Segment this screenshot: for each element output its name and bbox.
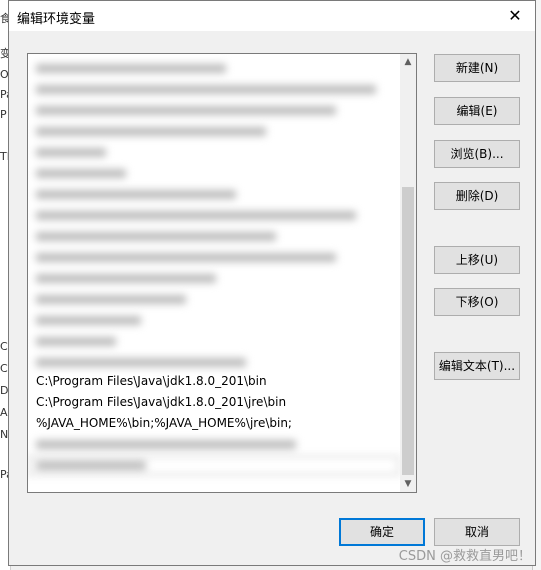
redacted-list-item[interactable] — [28, 268, 400, 289]
dialog-title: 编辑环境变量 — [17, 12, 96, 27]
redacted-list-item[interactable] — [28, 121, 400, 142]
edit-environment-variable-dialog: 编辑环境变量 ✕ C:\Program Files\Java\jdk1.8.0_… — [8, 0, 536, 566]
redacted-list-item[interactable] — [28, 100, 400, 121]
edit-text-button[interactable]: 编辑文本(T)... — [434, 352, 520, 380]
delete-button[interactable]: 删除(D) — [434, 182, 520, 210]
new-button[interactable]: 新建(N) — [434, 54, 520, 82]
redacted-list-item[interactable] — [28, 434, 400, 455]
path-list[interactable]: C:\Program Files\Java\jdk1.8.0_201\bin C… — [27, 53, 417, 493]
move-down-button[interactable]: 下移(O) — [434, 288, 520, 316]
redacted-list-item[interactable] — [28, 163, 400, 184]
path-list-item[interactable]: C:\Program Files\Java\jdk1.8.0_201\bin — [28, 371, 400, 392]
redacted-list-item[interactable] — [28, 58, 400, 79]
cancel-button[interactable]: 取消 — [434, 518, 520, 546]
redacted-list-item[interactable] — [28, 226, 400, 247]
move-up-button[interactable]: 上移(U) — [434, 246, 520, 274]
browse-button[interactable]: 浏览(B)... — [434, 140, 520, 168]
background-text: P — [0, 108, 7, 121]
scrollbar-thumb[interactable] — [402, 187, 414, 475]
path-list-item[interactable]: %JAVA_HOME%\bin;%JAVA_HOME%\jre\bin; — [28, 413, 400, 434]
redacted-list-item[interactable] — [28, 79, 400, 100]
redacted-list-item[interactable] — [28, 331, 400, 352]
list-scrollbar[interactable]: ▲ ▼ — [400, 54, 416, 492]
path-list-item[interactable]: C:\Program Files\Java\jdk1.8.0_201\jre\b… — [28, 392, 400, 413]
ok-button[interactable]: 确定 — [339, 518, 425, 546]
close-icon[interactable]: ✕ — [495, 1, 535, 31]
watermark: CSDN @救救直男吧！ — [398, 549, 531, 564]
scroll-up-arrow-icon[interactable]: ▲ — [400, 54, 416, 70]
redacted-list-item[interactable] — [28, 247, 400, 268]
new-entry-edit-row[interactable] — [28, 455, 400, 476]
redacted-list-item[interactable] — [28, 352, 400, 373]
scroll-down-arrow-icon[interactable]: ▼ — [400, 476, 416, 492]
redacted-list-item[interactable] — [28, 142, 400, 163]
redacted-list-item[interactable] — [28, 184, 400, 205]
edit-button[interactable]: 编辑(E) — [434, 97, 520, 125]
redacted-list-item[interactable] — [28, 205, 400, 226]
title-bar: 编辑环境变量 ✕ — [9, 1, 535, 31]
redacted-list-item[interactable] — [28, 289, 400, 310]
redacted-list-item[interactable] — [28, 310, 400, 331]
